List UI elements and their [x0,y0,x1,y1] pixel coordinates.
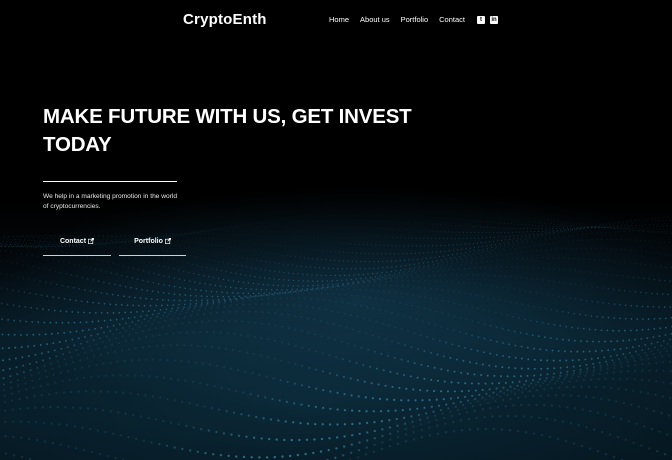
logo[interactable]: CryptoEnth [183,11,267,28]
nav-link-about[interactable]: About us [360,15,390,24]
portfolio-button-label: Portfolio [134,237,163,245]
linkedin-icon[interactable]: in [490,15,498,24]
nav-links: Home About us Portfolio Contact t in [329,15,503,24]
contact-button-label: Contact [59,237,87,245]
nav-link-home[interactable]: Home [329,15,349,24]
nav-link-portfolio[interactable]: Portfolio [401,15,429,24]
social-links: t in [477,15,503,24]
twitter-icon[interactable]: t [477,15,485,24]
nav-link-contact[interactable]: Contact [439,15,465,24]
hero-headline: MAKE FUTURE WITH US, GET INVEST TODAY [43,105,412,156]
external-link-icon [88,238,94,244]
hero-divider [43,181,177,182]
navbar: CryptoEnth Home About us Portfolio Conta… [0,0,672,42]
portfolio-button[interactable]: Portfolio [119,227,186,256]
contact-button[interactable]: Contact [43,227,111,256]
external-link-icon [164,238,171,244]
hero-tagline: We help in a marketing promotion in the … [43,193,178,210]
